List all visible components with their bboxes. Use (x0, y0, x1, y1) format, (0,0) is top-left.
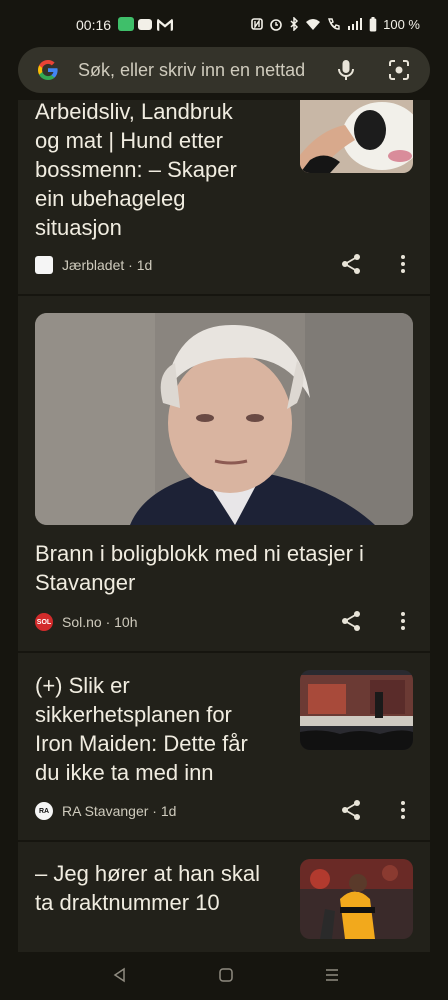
battery-icon (369, 16, 377, 31)
title-line: Arbeidsliv, Landbruk (35, 99, 233, 124)
title-line: Brann i boligblokk med ni etasjer i (35, 541, 364, 566)
title-line: Iron Maiden: Dette får (35, 731, 248, 756)
article-source: Jærbladet · 1d (62, 257, 153, 273)
title-line: – Jeg hører at han skal (35, 861, 261, 886)
bluetooth-icon (290, 17, 299, 31)
article-thumbnail-concert[interactable] (300, 670, 413, 750)
title-line: sikkerhetsplanen for (35, 702, 232, 727)
title-line: du ikke ta med inn (35, 760, 214, 785)
more-options-icon[interactable] (400, 610, 406, 632)
article-title[interactable]: Arbeidsliv, Landbruk og mat | Hund etter… (35, 97, 285, 242)
title-line: bossmenn: – Skaper (35, 157, 237, 182)
wifi-calling-icon (328, 18, 340, 30)
wifi-icon (306, 19, 321, 30)
recent-apps-icon[interactable] (324, 967, 340, 983)
source-row: SOL Sol.no · 10h (35, 612, 138, 632)
more-options-icon[interactable] (400, 799, 406, 821)
news-card[interactable]: (+) Slik er sikkerhetsplanen for Iron Ma… (18, 653, 430, 840)
gmail-icon (157, 18, 173, 31)
article-source: RA Stavanger · 1d (62, 803, 177, 819)
ra-favicon: RA (35, 802, 53, 820)
share-icon[interactable] (340, 610, 362, 632)
article-image-hero[interactable] (35, 313, 413, 525)
article-title[interactable]: Brann i boligblokk med ni etasjer i Stav… (35, 539, 415, 597)
share-icon[interactable] (340, 253, 362, 275)
article-thumbnail-football[interactable] (300, 859, 413, 939)
status-bar: 00:16 100 % (0, 0, 448, 46)
share-icon[interactable] (340, 799, 362, 821)
alarm-icon (270, 19, 282, 31)
article-source: Sol.no · 10h (62, 614, 138, 630)
title-line: situasjon (35, 215, 122, 240)
sol-favicon: SOL (35, 613, 53, 631)
notification-app-icon (118, 17, 134, 31)
navigation-bar (0, 952, 448, 1000)
nfc-icon (251, 18, 263, 30)
jaerbladet-favicon (35, 256, 53, 274)
title-line: ein ubehageleg (35, 186, 186, 211)
search-bar[interactable]: Søk, eller skriv inn en nettad (18, 47, 430, 93)
home-icon[interactable] (218, 967, 234, 983)
microphone-icon[interactable] (334, 58, 358, 82)
article-title[interactable]: (+) Slik er sikkerhetsplanen for Iron Ma… (35, 671, 285, 787)
article-thumbnail-dog[interactable] (300, 100, 413, 173)
battery-percent: 100 % (383, 16, 420, 32)
title-line: og mat | Hund etter (35, 128, 223, 153)
news-card[interactable]: – Jeg hører at han skal ta draktnummer 1… (18, 842, 430, 952)
source-row: RA RA Stavanger · 1d (35, 801, 176, 821)
title-line: (+) Slik er (35, 673, 130, 698)
more-options-icon[interactable] (400, 253, 406, 275)
source-row: Jærbladet · 1d (35, 255, 152, 275)
signal-icon (348, 18, 363, 30)
news-card[interactable]: Arbeidsliv, Landbruk og mat | Hund etter… (18, 97, 430, 294)
camera-lens-icon[interactable] (387, 58, 411, 82)
status-time: 00:16 (76, 17, 112, 33)
back-icon[interactable] (112, 967, 128, 983)
search-input[interactable]: Søk, eller skriv inn en nettad (78, 60, 305, 81)
system-tray: 100 % (251, 15, 420, 33)
google-logo-icon (38, 60, 58, 80)
youtube-icon (138, 19, 152, 30)
news-card[interactable]: Brann i boligblokk med ni etasjer i Stav… (18, 296, 430, 651)
title-line: Stavanger (35, 570, 136, 595)
title-line: ta draktnummer 10 (35, 890, 220, 915)
article-title[interactable]: – Jeg hører at han skal ta draktnummer 1… (35, 859, 295, 917)
